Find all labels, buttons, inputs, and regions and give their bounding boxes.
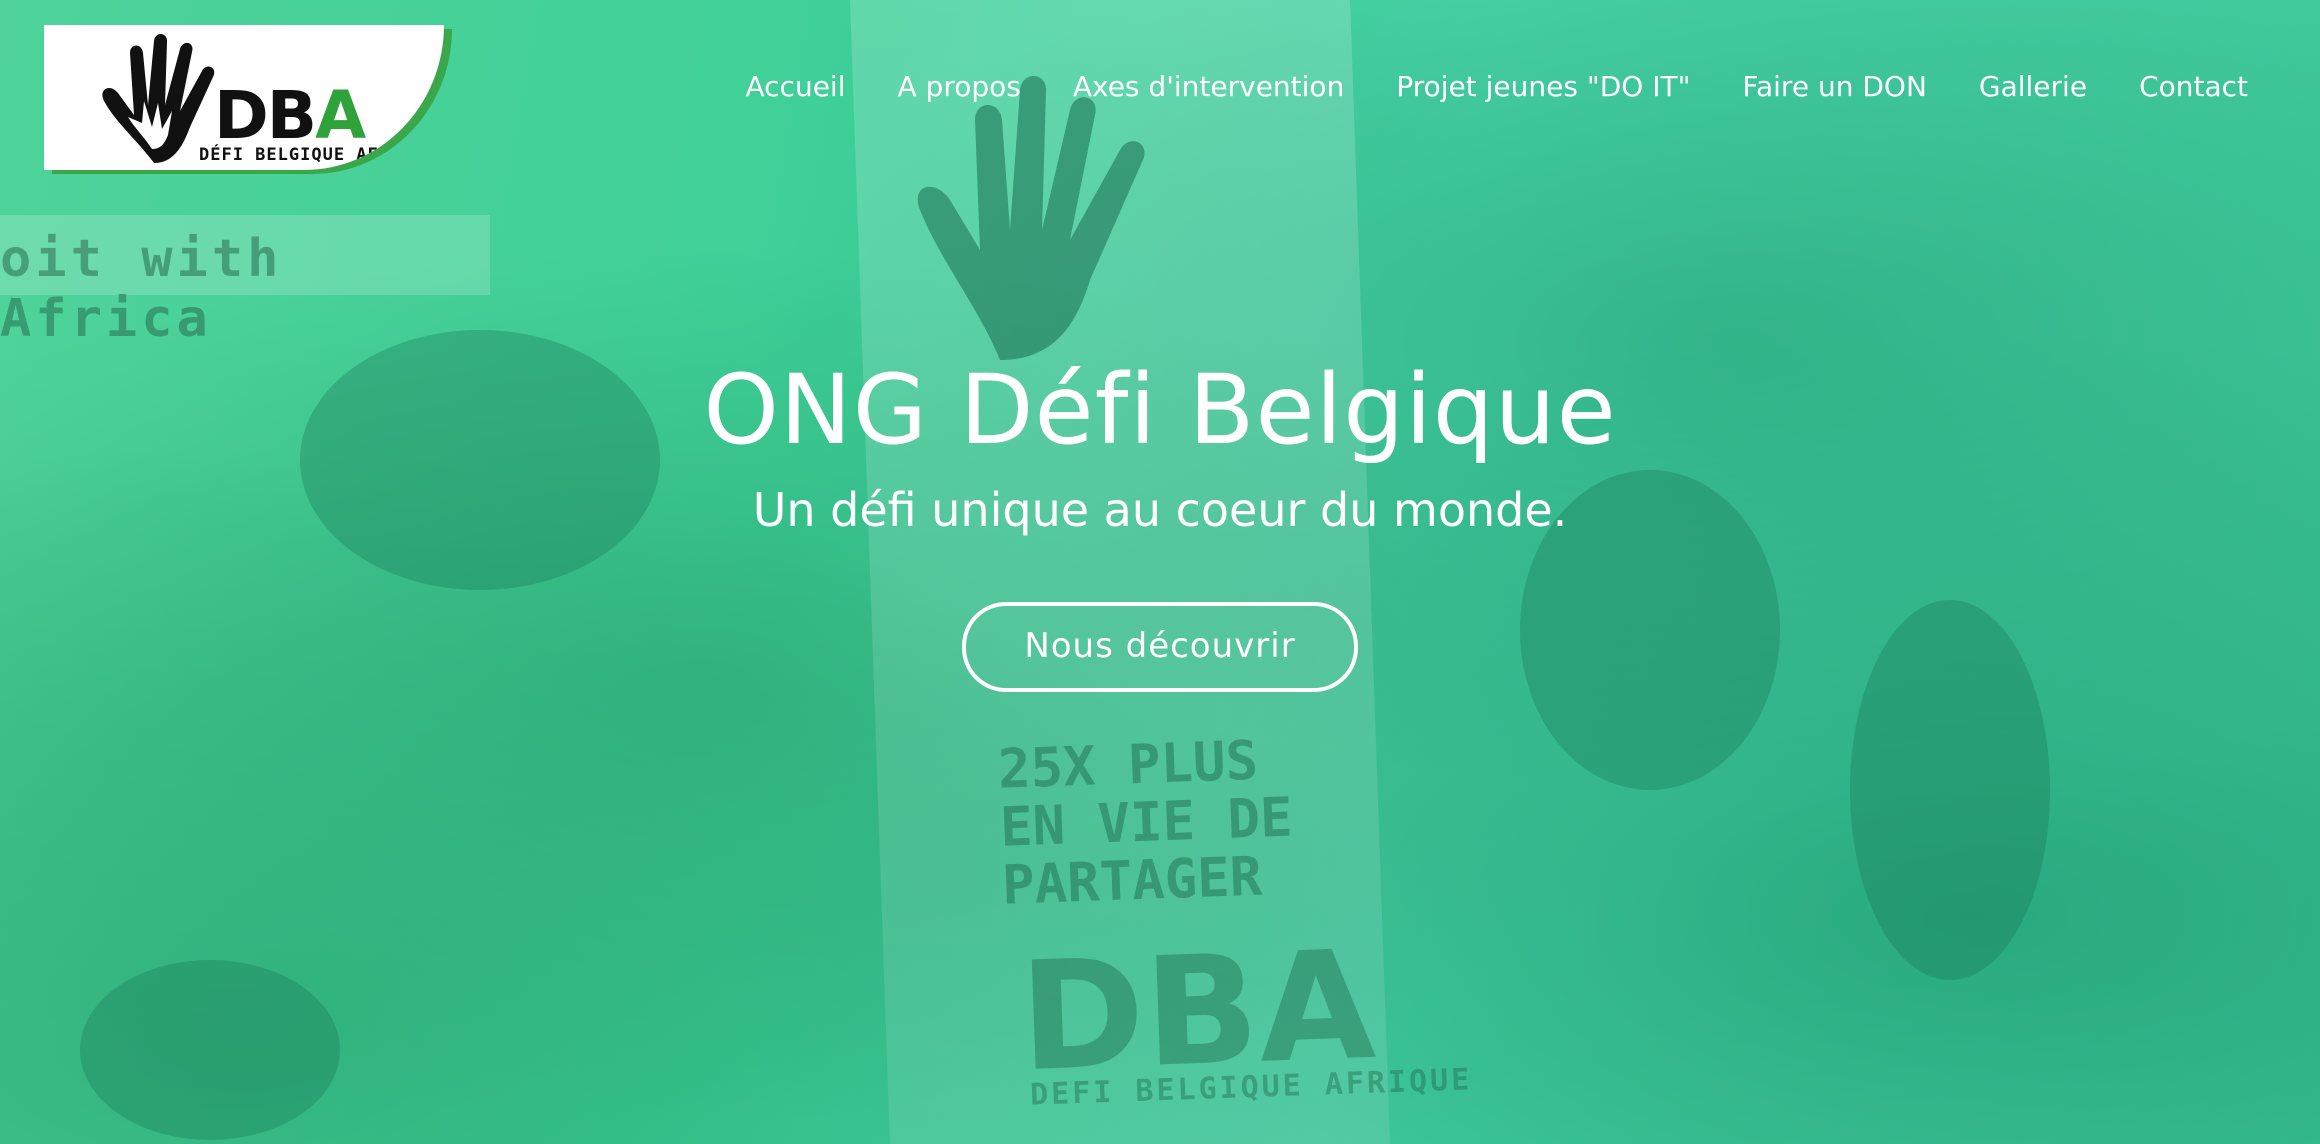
poster-line: PARTAGER [1001,844,1264,917]
hero-subtitle: Un défi unique au coeur du monde. [752,483,1568,537]
collage-banner-text: oit with Africa [0,229,283,349]
hero-content: ONG Défi Belgique Un défi unique au coeu… [0,350,2320,692]
handprint-icon [917,75,1145,361]
nav-item-faire-un-don[interactable]: Faire un DON [1742,70,1926,103]
logo-letters-black: DB [214,77,317,154]
nav-item-gallerie[interactable]: Gallerie [1979,70,2087,103]
discover-button[interactable]: Nous découvrir [962,602,1358,692]
nav-item-contact[interactable]: Contact [2139,70,2248,103]
site-logo[interactable]: DBA DÉFI BELGIQUE AFRIQUE [44,25,444,170]
hero-title: ONG Défi Belgique [703,354,1617,466]
nav-item-projet-jeunes[interactable]: Projet jeunes "DO IT" [1396,70,1690,103]
logo-wordmark: DBA [214,83,366,149]
logo-letter-green: A [315,77,366,154]
main-nav: Accueil A propos Axes d'intervention Pro… [746,70,2249,103]
poster-line: EN VIE DE [998,785,1294,859]
logo-subtitle: DÉFI BELGIQUE AFRIQUE [199,145,435,165]
nav-item-axes-intervention[interactable]: Axes d'intervention [1073,70,1344,103]
collage-shape [80,960,340,1140]
nav-item-accueil[interactable]: Accueil [746,70,846,103]
poster-text: 25X PLUS EN VIE DE PARTAGER [997,729,1333,917]
collage-banner: oit with Africa [0,215,490,349]
nav-item-a-propos[interactable]: A propos [897,70,1020,103]
